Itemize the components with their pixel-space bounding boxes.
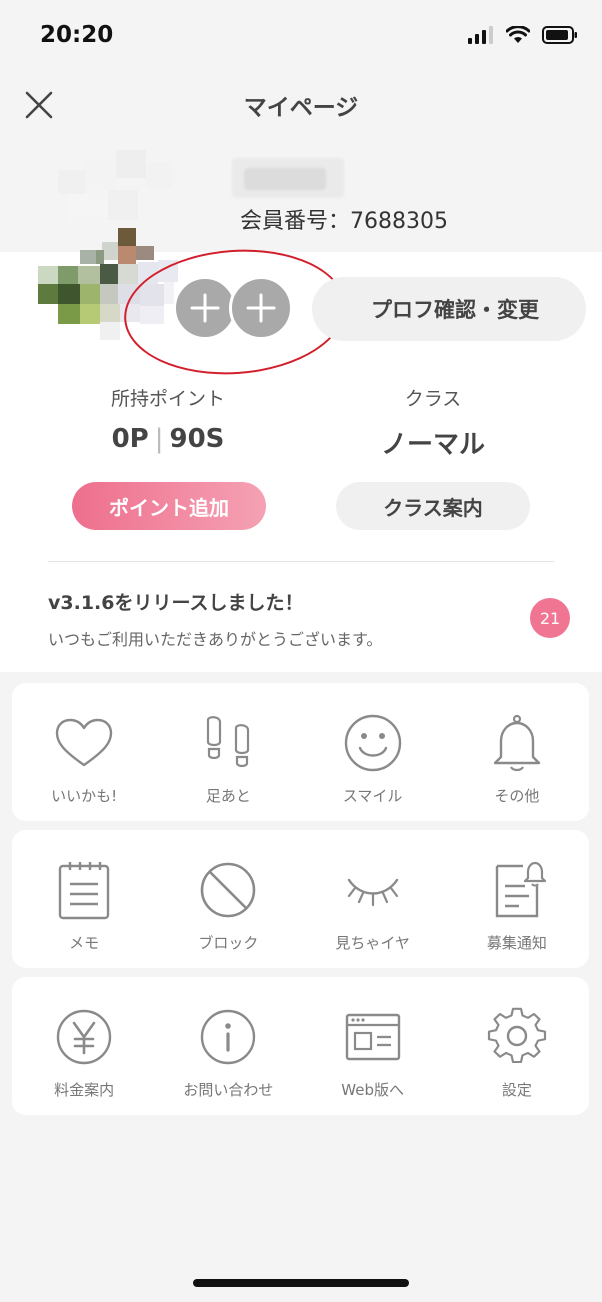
menu-item-dont-look[interactable]: 見ちゃイヤ: [301, 830, 445, 968]
divider: [48, 561, 554, 562]
menu-item-block[interactable]: ブロック: [156, 830, 300, 968]
menu-item-label: 見ちゃイヤ: [335, 934, 410, 952]
class-guide-button[interactable]: クラス案内: [336, 482, 530, 530]
member-number: 会員番号：7688305: [240, 209, 448, 234]
menu-item-contact[interactable]: お問い合わせ: [156, 977, 300, 1115]
menu-item-smile[interactable]: スマイル: [301, 683, 445, 821]
menu-item-label: 料金案内: [54, 1081, 115, 1099]
menu-item-label: メモ: [69, 934, 100, 952]
add-points-button[interactable]: ポイント追加: [72, 482, 266, 530]
notice-board-icon: [485, 860, 549, 920]
smile-icon: [341, 713, 405, 773]
news-body[interactable]: いつもご利用いただきありがとうございます。: [48, 626, 382, 650]
menu-item-label: その他: [494, 787, 540, 805]
menu-item-label: 足あと: [205, 787, 251, 805]
menu-item-label: 募集通知: [486, 934, 547, 952]
menu-item-iikamo[interactable]: いいかも!: [12, 683, 156, 821]
menu-item-other[interactable]: その他: [445, 683, 589, 821]
menu-item-label: ブロック: [198, 934, 259, 952]
class-value: ノーマル: [380, 430, 485, 460]
footprints-icon: [196, 713, 260, 773]
points-value: 0P | 90S: [68, 424, 268, 454]
browser-icon: [341, 1007, 405, 1067]
gear-icon: [485, 1007, 549, 1067]
menu-item-pricing[interactable]: 料金案内: [12, 977, 156, 1115]
menu-item-label: 設定: [501, 1081, 532, 1099]
activity-menu-card: いいかも! 足あと スマイル その他: [12, 683, 589, 821]
memo-icon: [52, 860, 116, 920]
menu-item-web-version[interactable]: Web版へ: [301, 977, 445, 1115]
page-title: マイページ: [243, 95, 359, 121]
news-badge: 21: [530, 598, 570, 638]
menu-item-label: Web版へ: [341, 1081, 404, 1099]
yen-icon: [52, 1007, 116, 1067]
points-p: 0P: [111, 424, 149, 454]
block-icon: [196, 860, 260, 920]
points-s: 90S: [169, 424, 225, 454]
wifi-icon: [506, 26, 530, 43]
menu-item-recruit-notice[interactable]: 募集通知: [445, 830, 589, 968]
class-label: クラス: [404, 388, 462, 410]
bell-icon: [485, 713, 549, 773]
info-icon: [196, 1007, 260, 1067]
menu-item-settings[interactable]: 設定: [445, 977, 589, 1115]
status-icons: [468, 26, 578, 44]
tools-menu-card: メモ ブロック 見ちゃイヤ 募集通知: [12, 830, 589, 968]
closed-eye-icon: [341, 860, 405, 920]
status-time: 20:20: [40, 22, 114, 48]
menu-item-label: スマイル: [342, 787, 403, 805]
menu-item-label: お問い合わせ: [183, 1081, 274, 1099]
points-label: 所持ポイント: [110, 388, 225, 410]
battery-icon: [542, 26, 577, 44]
profile-edit-button[interactable]: プロフ確認・変更: [312, 277, 586, 341]
signal-icon: [468, 26, 493, 44]
support-menu-card: 料金案内 お問い合わせ Web版へ 設定: [12, 977, 589, 1115]
news-title[interactable]: v3.1.6をリリースしました！: [48, 588, 304, 615]
menu-item-label: いいかも!: [51, 787, 118, 805]
menu-item-footprints[interactable]: 足あと: [156, 683, 300, 821]
home-indicator[interactable]: [193, 1279, 409, 1287]
menu-item-memo[interactable]: メモ: [12, 830, 156, 968]
user-name-redacted: [232, 158, 344, 198]
points-separator: |: [154, 424, 164, 454]
heart-icon: [52, 713, 116, 773]
